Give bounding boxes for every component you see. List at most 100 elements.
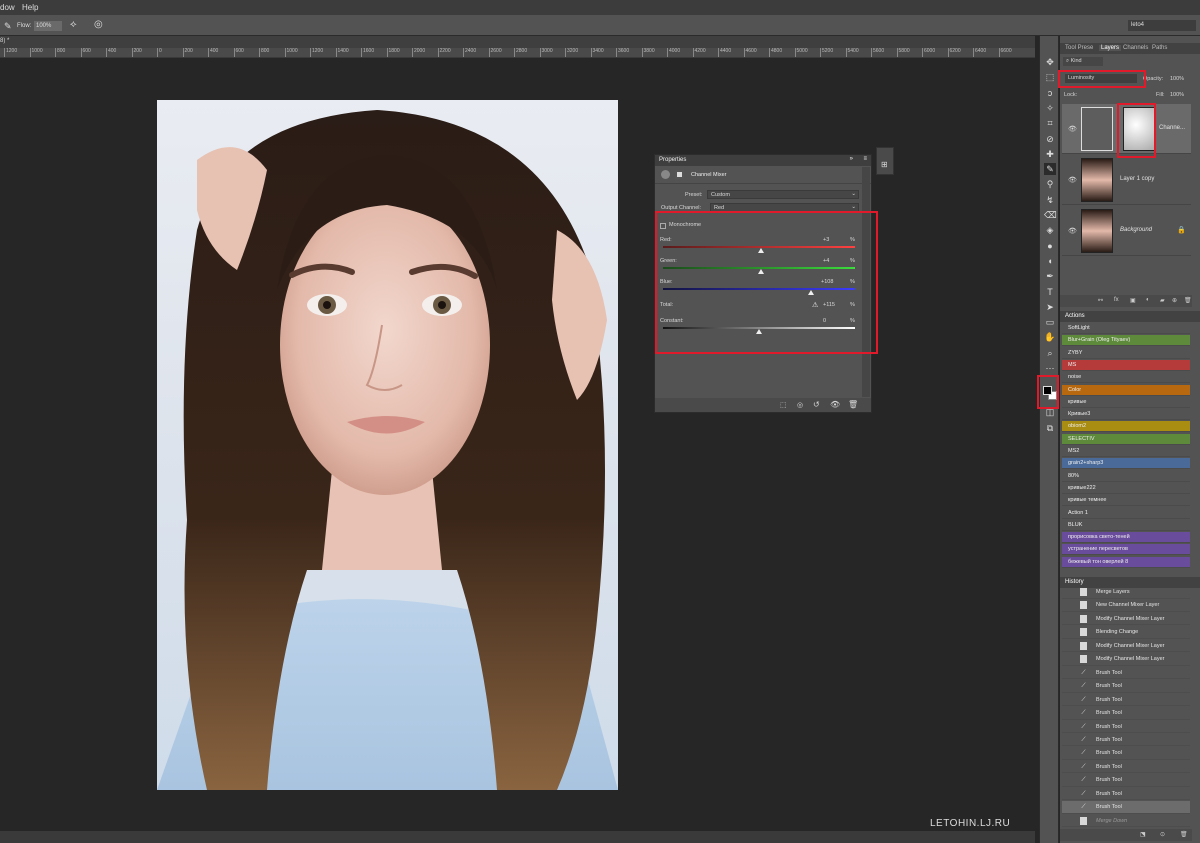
action-item[interactable]: кривые темнее [1062, 495, 1190, 507]
layer-row-layer-1-copy[interactable]: 👁 Layer 1 copy [1062, 155, 1191, 205]
airbrush-toggle-icon[interactable]: ⟡ [70, 19, 77, 30]
foreground-color-swatch[interactable] [1043, 386, 1052, 395]
history-item[interactable]: ⟋ Brush Tool [1062, 774, 1190, 787]
visibility-eye-icon[interactable]: 👁 [1068, 125, 1077, 133]
zoom-icon[interactable]: ⌕ [1044, 347, 1056, 359]
action-item[interactable]: MS2 [1062, 446, 1190, 457]
history-item[interactable]: Modify Channel Mixer Layer [1062, 640, 1190, 653]
more-tools-icon[interactable]: ⋯ [1044, 362, 1056, 374]
healing-brush-icon[interactable]: ✚ [1044, 148, 1056, 160]
marquee-icon[interactable]: ⬚ [1044, 71, 1056, 83]
action-item[interactable]: Кривые3 [1062, 409, 1190, 421]
pressure-icon[interactable]: ◎ [94, 19, 103, 30]
action-item[interactable]: Action 1 [1062, 507, 1190, 519]
screen-mode-icon[interactable]: ⧉ [1044, 422, 1056, 434]
history-item[interactable]: ⟋ Brush Tool [1062, 694, 1190, 707]
tab-layers[interactable]: Layers [1099, 45, 1122, 51]
pen-icon[interactable]: ✒ [1044, 270, 1056, 282]
action-item[interactable]: кривые [1062, 396, 1190, 408]
trash-icon[interactable]: 🗑 [1184, 297, 1192, 304]
action-item[interactable]: Color [1062, 384, 1190, 396]
visibility-eye-icon[interactable]: 👁 [1068, 227, 1077, 235]
history-item[interactable]: ⟋ Brush Tool [1062, 747, 1190, 760]
action-item[interactable]: MS [1062, 359, 1190, 371]
adjustment-icon[interactable]: ◐ [1146, 297, 1150, 303]
dodge-icon[interactable]: ◖ [1044, 255, 1056, 267]
history-item[interactable]: Merge Layers [1062, 586, 1190, 599]
action-item[interactable]: ZYBY [1062, 347, 1190, 359]
properties-dock-icon[interactable]: ⊞ [881, 160, 888, 169]
brush-icon[interactable]: ✎ [1044, 163, 1056, 176]
paint-bucket-icon[interactable]: ◈ [1044, 224, 1056, 236]
menu-help[interactable]: Help [22, 3, 38, 12]
action-item[interactable]: 80% [1062, 470, 1190, 482]
history-item[interactable]: ⟋ Brush Tool [1062, 667, 1190, 680]
tab-paths[interactable]: Paths [1152, 45, 1167, 51]
history-item[interactable]: ⟋ Brush Tool [1062, 801, 1190, 814]
history-item[interactable]: ⟋ Brush Tool [1062, 680, 1190, 693]
camera-icon[interactable]: ⊙ [1160, 831, 1165, 838]
action-item[interactable]: кривые222 [1062, 482, 1190, 494]
flow-input[interactable]: 100% [34, 21, 62, 31]
airbrush-icon[interactable]: ✎ [4, 21, 12, 32]
action-item[interactable]: SoftLight [1062, 323, 1190, 334]
action-item[interactable]: obiom2 [1062, 421, 1190, 433]
opacity-value[interactable]: 100% [1170, 76, 1184, 82]
visibility-eye-icon[interactable]: 👁 [830, 400, 840, 409]
layer-row-background[interactable]: 👁 Background 🔒 [1062, 206, 1191, 256]
eyedropper-icon[interactable]: ⊘ [1044, 133, 1056, 145]
reset-icon[interactable]: ↺ [813, 400, 820, 409]
tab-actions[interactable]: Actions [1065, 313, 1085, 319]
history-item[interactable]: ⟋ Brush Tool [1062, 788, 1190, 801]
action-item[interactable]: прорисовка свето-теней [1062, 532, 1190, 544]
history-item[interactable]: Blending Change [1062, 626, 1190, 639]
path-select-icon[interactable]: ➤ [1044, 301, 1056, 313]
portrait-photo[interactable] [157, 100, 618, 790]
action-item[interactable]: noise [1062, 372, 1190, 384]
tab-history[interactable]: History [1065, 579, 1084, 585]
document-tab[interactable]: 8) * [0, 38, 9, 44]
delete-icon[interactable]: 🗑 [848, 400, 858, 409]
trash-icon[interactable]: 🗑 [1180, 831, 1188, 838]
properties-tab[interactable]: Properties » ≡ [655, 155, 871, 166]
history-item[interactable]: New Channel Mixer Layer [1062, 599, 1190, 612]
action-item[interactable]: Blur+Grain (Oleg Tityaev) [1062, 335, 1190, 347]
snapshot-doc-icon[interactable]: ⬔ [1140, 831, 1146, 838]
action-item[interactable]: grain2+sharp3 [1062, 458, 1190, 470]
new-layer-icon[interactable]: ⊕ [1172, 297, 1177, 304]
move-icon[interactable]: ✥ [1044, 56, 1056, 68]
fill-value[interactable]: 100% [1170, 92, 1184, 98]
eraser-icon[interactable]: ⌫ [1044, 209, 1057, 221]
crop-icon[interactable]: ⌗ [1044, 117, 1056, 129]
history-item[interactable]: Modify Channel Mixer Layer [1062, 613, 1190, 626]
lasso-icon[interactable]: ↄ [1044, 87, 1056, 99]
menu-window[interactable]: dow [0, 3, 15, 12]
rectangle-icon[interactable]: ▭ [1044, 316, 1056, 328]
preset-select[interactable]: Custom ⌄ [707, 190, 859, 199]
history-brush-icon[interactable]: ↯ [1044, 194, 1056, 206]
tab-tool-presets[interactable]: Tool Prese [1065, 45, 1093, 51]
history-item[interactable]: Modify Channel Mixer Layer [1062, 653, 1190, 666]
clone-stamp-icon[interactable]: ⚲ [1044, 178, 1056, 190]
magic-wand-icon[interactable]: ✧ [1044, 102, 1056, 114]
clip-to-layer-icon[interactable]: ⬚ [780, 401, 787, 409]
action-item[interactable]: BLUK [1062, 519, 1190, 531]
history-item[interactable]: ⟋ Brush Tool [1062, 707, 1190, 720]
panel-menu-icon[interactable]: ≡ [863, 156, 867, 162]
type-icon[interactable]: T [1044, 286, 1056, 298]
action-item[interactable]: SELECTIV [1062, 433, 1190, 445]
mask-icon[interactable] [675, 170, 684, 179]
folder-icon[interactable]: ▰ [1160, 297, 1165, 304]
hand-icon[interactable]: ✋ [1044, 331, 1056, 343]
blur-icon[interactable]: ● [1044, 240, 1056, 252]
view-previous-icon[interactable]: ◎ [797, 401, 803, 409]
collapse-icon[interactable]: » [850, 156, 853, 162]
action-item[interactable]: бежевый тон оверлей 8 [1062, 556, 1190, 568]
dock-strip[interactable]: ⊞ [876, 147, 894, 175]
filter-kind-select[interactable]: ⌕ Kind [1063, 57, 1103, 66]
history-item[interactable]: Merge Down [1062, 815, 1190, 828]
history-item[interactable]: ⟋ Brush Tool [1062, 761, 1190, 774]
visibility-eye-icon[interactable]: 👁 [1068, 176, 1077, 184]
fx-icon[interactable]: fx [1114, 297, 1119, 303]
tab-channels[interactable]: Channels [1123, 45, 1148, 51]
